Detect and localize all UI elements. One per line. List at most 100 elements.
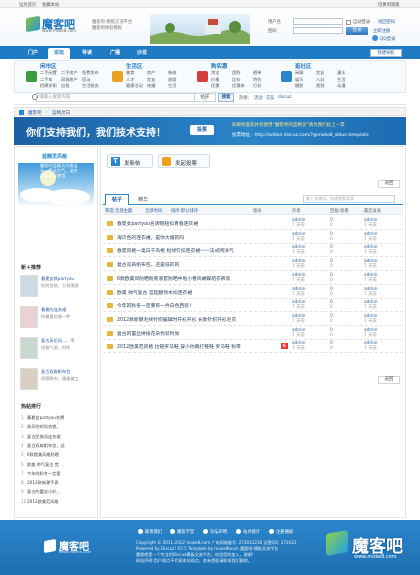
register-link[interactable]: 立即注册 (373, 28, 390, 34)
footer-link-contact[interactable]: 联系我们 (138, 529, 162, 535)
hot-post-link[interactable]: 2012欧美范风格 (27, 499, 59, 505)
category-link[interactable]: 房产 (147, 70, 155, 76)
thread-title[interactable]: 今年的秋冬一定要有一件白色西装！ (117, 302, 194, 309)
hot-post-link[interactable]: 春夏女partyou名牌 (27, 415, 64, 421)
category-link[interactable]: 生活 (168, 83, 176, 89)
home-icon[interactable] (19, 109, 24, 115)
vote-button[interactable]: 投票 (190, 125, 214, 135)
thread-author[interactable]: admin 7 天前 (292, 287, 305, 297)
back-button-top[interactable]: 返回 (378, 180, 400, 188)
thread-title[interactable]: 海贝色的连衣裙，是你大婚的吗 (117, 234, 184, 241)
hot-search-link[interactable]: discuz (278, 95, 292, 100)
category-link[interactable]: 闲聊 (295, 70, 303, 76)
category-link[interactable]: 优惠 (211, 83, 219, 89)
find-password-link[interactable]: 找回密码 (378, 19, 395, 25)
recommend-title[interactable]: 复古英伦风……平 (41, 338, 75, 344)
nav-forum[interactable]: 论坛 (48, 48, 70, 59)
quick-nav-button[interactable]: 快捷导航 (370, 48, 402, 57)
switch-wide-link[interactable]: 切换到宽版 (378, 2, 399, 8)
username-input[interactable] (293, 18, 343, 25)
banner-vote-url[interactable]: 投票地址：http://addon.discuz.com/?@moke8_sbl… (232, 132, 369, 138)
recommend-thumbnail[interactable] (20, 306, 38, 328)
bookmark-link[interactable]: 收藏本站 (42, 2, 59, 8)
hot-post-link[interactable]: 复古的蕾丝小衫， (27, 489, 61, 495)
password-input[interactable] (293, 27, 343, 34)
category-link[interactable]: 视频 (316, 83, 324, 89)
category-link[interactable]: 装修 (168, 70, 176, 76)
back-button-bottom[interactable]: 返回 (378, 376, 400, 384)
thread-author[interactable]: admin 7 天前 (292, 273, 305, 283)
category-link[interactable]: 团购 (232, 70, 240, 76)
thread-author[interactable]: admin 7 天前 (292, 341, 305, 351)
search-input[interactable]: 请输入搜索内容 (36, 93, 206, 102)
thread-title[interactable]: 2012款新颖毛线针织编辑时开衫开衫 长款针织开衫毛衣 (117, 316, 236, 323)
category-link[interactable]: 生活服务 (82, 83, 99, 89)
hot-post-link[interactable]: 欧美 帅气复古 宫 (27, 462, 59, 468)
footer-link-school[interactable]: 魔客学堂 (170, 529, 194, 535)
hot-post-link[interactable]: 2012款新潮手表 (27, 480, 59, 486)
category-link[interactable]: 二手房产 (61, 70, 78, 76)
category-title[interactable]: 逛社区 (295, 62, 312, 70)
category-link[interactable]: 灌水 (337, 70, 345, 76)
category-link[interactable]: 免费发布 (82, 70, 99, 76)
site-logo[interactable]: 魔客吧 www.moke8.com (26, 15, 92, 36)
new-poll-button[interactable]: 发起投票 (158, 154, 210, 168)
thread-author[interactable]: admin 7 天前 (292, 314, 305, 324)
nav-broadcast[interactable]: 广播 (104, 48, 126, 59)
recommend-thumbnail[interactable] (20, 337, 38, 359)
thread-title[interactable]: 春夏风格—奥白千鸟格 松绿钉扣连衣裙～～法式网洋气 (117, 247, 234, 254)
category-link[interactable]: 人才 (126, 77, 134, 83)
tab-digest[interactable]: 精华 (133, 196, 153, 203)
thread-last-post[interactable]: admin 7 天前 (364, 300, 377, 310)
thread-title[interactable]: 复古双肩帆布包，还是低的的 (117, 261, 179, 268)
thread-last-post[interactable]: admin 7 天前 (364, 245, 377, 255)
category-link[interactable]: 比价 (232, 77, 240, 83)
thread-last-post[interactable]: admin 7 天前 (364, 328, 377, 338)
category-link[interactable]: 晒单 (253, 70, 261, 76)
category-link[interactable]: 招聘求职 (40, 83, 57, 89)
hot-search-link[interactable]: 活动 (254, 95, 263, 101)
category-link[interactable]: 美食 (126, 70, 134, 76)
recommend-title[interactable]: 复古双肩帆布包 (41, 369, 70, 375)
thread-last-post[interactable]: admin 7 天前 (364, 232, 377, 242)
hot-post-link[interactable]: 复古民族风连衣裙 (27, 434, 61, 440)
thread-title[interactable]: 春夏女partyou名牌铜纽扣青春连衣裙 (117, 220, 198, 227)
footer-link-statement[interactable]: 论坛声明 (203, 529, 227, 535)
thread-last-post[interactable]: admin 7 天前 (364, 259, 377, 269)
hot-post-link[interactable]: 复古双肩帆布包，还 (27, 443, 65, 449)
tab-threads[interactable]: 帖子 (105, 194, 129, 205)
thread-last-post[interactable]: admin 7 天前 (364, 341, 377, 351)
hot-post-link[interactable]: 6款欧美风格防晒 (27, 452, 59, 458)
thread-author[interactable]: admin 7 天前 (292, 259, 305, 269)
category-link[interactable]: 二手车 (40, 77, 53, 83)
thread-author[interactable]: admin 7 天前 (292, 218, 305, 228)
category-title[interactable]: 生活区 (126, 62, 143, 70)
hot-post-link[interactable]: 今年的秋冬一定要 (27, 471, 61, 477)
new-post-button[interactable]: T 发新帖 (107, 154, 153, 168)
footer-link-stats[interactable]: 站点统计 (236, 529, 260, 535)
recommend-thumbnail[interactable] (20, 368, 38, 390)
category-title[interactable]: 购实惠 (211, 62, 228, 70)
category-link[interactable]: 优惠券 (232, 83, 245, 89)
category-link[interactable]: 特价 (253, 77, 261, 83)
category-link[interactable]: 交友 (316, 70, 324, 76)
thread-author[interactable]: admin 7 天前 (292, 232, 305, 242)
thread-title[interactable]: 2012欧美范风格 拉链罗马鞋 穿小你再打鞋鞋 罗马鞋 粉带 (117, 343, 241, 350)
thread-author[interactable]: admin 7 天前 (292, 300, 305, 310)
category-link[interactable]: 健康活动 (126, 83, 143, 89)
footer-link-register[interactable]: 注册播报 (269, 529, 293, 535)
recommend-title[interactable]: 春夏女装partyou (41, 276, 74, 282)
category-link[interactable]: 娱乐 (295, 77, 303, 83)
category-title[interactable]: 闲市区 (40, 62, 57, 70)
thread-author[interactable]: admin 7 天前 (292, 328, 305, 338)
thread-title[interactable]: 6款欧美风防晒粉底液套防晒中地小香风蝴蝶结衣裤装 (117, 275, 230, 282)
thread-last-post[interactable]: admin 7 天前 (364, 287, 377, 297)
login-button[interactable]: 登录 (346, 27, 368, 35)
category-link[interactable]: 生活 (337, 77, 345, 83)
thread-title[interactable]: 欧美 帅气复古 宫廷翻领木扣连衣裙 (117, 289, 192, 296)
thread-author[interactable]: admin 7 天前 (292, 245, 305, 255)
recommend-thumbnail[interactable] (20, 275, 38, 297)
qq-login-link[interactable]: QQ登录 (380, 36, 395, 42)
category-link[interactable]: 交友 (147, 77, 155, 83)
category-link[interactable]: 打折 (253, 83, 261, 89)
